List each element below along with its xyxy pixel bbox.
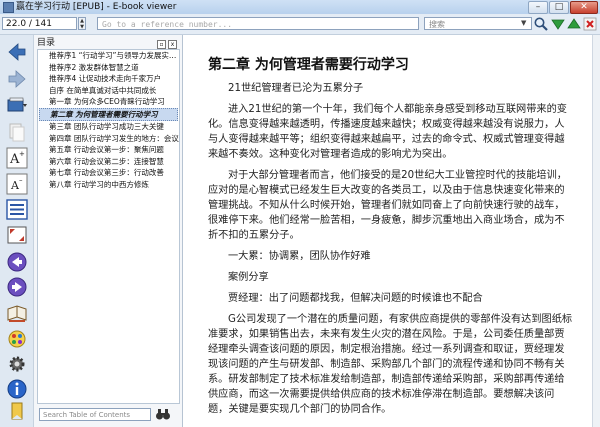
title-bar: 赢在学习行动 [EPUB] - E-book viewer – □ ✕	[0, 0, 600, 15]
toc-panel: 目录 ▫ x 推荐序1 “行动学习”与领导力发展实… 推荐序2 激发群体智慧之道 …	[34, 35, 183, 427]
paragraph: 进入21世纪的第一个十年，我们每个人都能亲身感受到移动互联网带来的变化。信息变得…	[208, 104, 567, 160]
back-arrow-icon[interactable]	[6, 41, 28, 63]
toc-item[interactable]: 推荐序1 “行动学习”与领导力发展实…	[38, 50, 179, 62]
app-icon	[3, 2, 14, 13]
maximize-button[interactable]: □	[549, 1, 569, 14]
open-book-icon[interactable]	[6, 94, 28, 116]
search-icon[interactable]	[533, 16, 549, 32]
toc-item[interactable]: 第八章 行动学习的中西方修炼	[38, 179, 179, 191]
reader-view[interactable]: 第二章 为何管理者需要行动学习 21世纪管理者已沦为五累分子 进入21世纪的第一…	[183, 35, 592, 427]
preferences-icon[interactable]	[6, 353, 28, 375]
previous-page-icon[interactable]	[6, 251, 28, 273]
toc-icon[interactable]	[6, 198, 28, 220]
svg-text:–: –	[19, 176, 23, 184]
arrow-up-icon[interactable]	[566, 16, 582, 32]
toc-item[interactable]: 自序 在简单真诚对话中共同成长	[38, 85, 179, 97]
toc-list[interactable]: 推荐序1 “行动学习”与领导力发展实… 推荐序2 激发群体智慧之道 推荐序4 让…	[37, 49, 180, 404]
left-toolbar: A + A –	[0, 35, 34, 427]
toc-item[interactable]: 第四章 团队行动学习发生的地方：会议室	[38, 133, 179, 145]
toc-close-icon[interactable]: x	[168, 40, 177, 49]
position-input[interactable]: 22.0 / 141	[2, 17, 77, 30]
chapter-title: 第二章 为何管理者需要行动学习	[208, 57, 409, 73]
toc-header-label: 目录	[37, 38, 56, 48]
toc-item[interactable]: 第一章 为何众多CEO青睐行动学习	[38, 96, 179, 108]
svg-text:+: +	[19, 150, 25, 158]
toc-header: 目录 ▫ x	[37, 37, 179, 49]
search-dropdown-icon[interactable]: ▼	[521, 19, 526, 27]
book-content: 第二章 为何管理者需要行动学习 21世纪管理者已沦为五累分子 进入21世纪的第一…	[208, 57, 574, 423]
font-smaller-icon[interactable]: A –	[6, 173, 28, 195]
paragraph: G公司发现了一个潜在的质量问题，有家供应商提供的零部件没有达到图纸标准要求，如果…	[208, 314, 573, 415]
clear-search-icon[interactable]	[582, 16, 598, 32]
paragraph: 案例分享	[228, 272, 269, 283]
library-icon[interactable]	[6, 303, 28, 325]
toc-item[interactable]: 第五章 行动会议第一步：聚焦问题	[38, 144, 179, 156]
toc-item[interactable]: 推荐序4 让促动技术走向千家万户	[38, 73, 179, 85]
minimize-button[interactable]: –	[528, 1, 548, 14]
reference-input[interactable]: Go to a reference number...	[97, 17, 419, 30]
binoculars-icon[interactable]	[155, 407, 171, 421]
window-title: 赢在学习行动 [EPUB] - E-book viewer	[16, 2, 177, 12]
vertical-scrollbar[interactable]	[592, 35, 600, 427]
next-page-icon[interactable]	[6, 276, 28, 298]
info-icon[interactable]	[6, 378, 28, 400]
bookmark-icon[interactable]	[6, 401, 28, 423]
toc-item[interactable]: 第六章 行动会议第二步：连接智慧	[38, 156, 179, 168]
top-toolbar: 22.0 / 141 ▲ ▼ Go to a reference number..…	[0, 14, 600, 35]
toc-item-selected[interactable]: 第二章 为何管理者需要行动学习	[39, 107, 178, 121]
position-spinner[interactable]: ▲ ▼	[78, 17, 86, 30]
search-input[interactable]: 搜索	[424, 17, 532, 30]
arrow-down-icon[interactable]	[550, 16, 566, 32]
toc-item[interactable]: 推荐序2 激发群体智慧之道	[38, 62, 179, 74]
fullscreen-icon[interactable]	[6, 224, 28, 246]
paragraph: 贾经理：出了问题都找我，但解决问题的时候谁也不配合	[228, 293, 483, 304]
forward-arrow-icon[interactable]	[6, 68, 28, 90]
paragraph: 一大累：协调累，团队协作好难	[228, 251, 371, 262]
copy-icon[interactable]	[6, 121, 28, 143]
toc-float-icon[interactable]: ▫	[157, 40, 166, 49]
paragraph: 对于大部分管理者而言，他们接受的是20世纪大工业管控时代的技能培训，应对的是心智…	[208, 170, 567, 241]
theme-icon[interactable]	[6, 328, 28, 350]
toc-item[interactable]: 第三章 团队行动学习成功三大关键	[38, 121, 179, 133]
toc-item[interactable]: 第七章 行动会议第三步：行动改善	[38, 167, 179, 179]
font-larger-icon[interactable]: A +	[6, 147, 28, 169]
toc-search-input[interactable]: Search Table of Contents	[39, 408, 151, 421]
paragraph: 21世纪管理者已沦为五累分子	[228, 83, 364, 94]
close-button[interactable]: ✕	[570, 1, 598, 14]
